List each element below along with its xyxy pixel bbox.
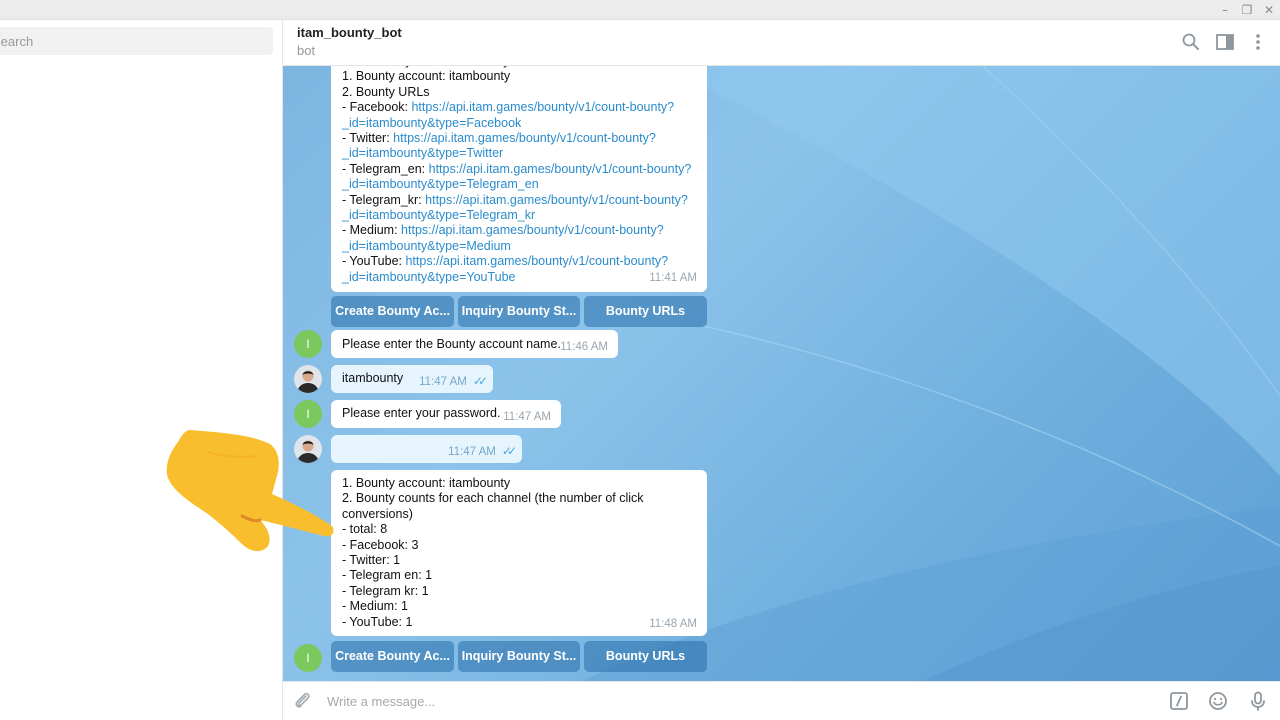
chat-status: bot — [297, 43, 316, 58]
message-line: 1. Bounty account: itambounty — [342, 476, 511, 490]
bot-message-enter-password: Please enter your password. 11:47 AM — [331, 400, 561, 428]
bot-message-urls: Successfully created a Bounty account.1.… — [331, 66, 707, 292]
message-time: 11:47 AM ✓✓ — [419, 373, 488, 388]
attach-icon[interactable] — [291, 690, 313, 712]
message-line-text: - Telegram_en: — [342, 161, 429, 176]
message-line-text: 2. Bounty URLs — [342, 84, 430, 99]
microphone-icon[interactable] — [1247, 690, 1269, 712]
message-line-text: - Medium: — [342, 223, 402, 238]
bounty-urls-button[interactable]: Bounty URLs — [584, 641, 707, 672]
message-line: conversions) — [342, 506, 413, 521]
bounty-url-link[interactable]: https://api.itam.games/bounty/v1/count-b… — [405, 254, 668, 268]
search-input[interactable] — [0, 27, 262, 55]
inquiry-bounty-status-button[interactable]: Inquiry Bounty St... — [458, 296, 580, 327]
message-line: - Telegram_en: https://api.itam.games/bo… — [342, 162, 696, 177]
message-text: Successfully created a Bounty account.1.… — [331, 66, 707, 285]
minimize-icon[interactable]: – — [1216, 1, 1234, 19]
bounty-url-link[interactable]: _id=itambounty&type=Medium — [342, 239, 511, 253]
bounty-url-link[interactable]: https://api.itam.games/bounty/v1/count-b… — [393, 131, 656, 145]
bounty-url-link[interactable]: _id=itambounty&type=Telegram_kr — [342, 208, 535, 222]
message-line: - Twitter: 1 — [342, 553, 401, 568]
chat-title[interactable]: itam_bounty_bot — [297, 25, 402, 40]
message-time: 11:41 AM — [649, 271, 697, 284]
bounty-url-link[interactable]: https://api.itam.games/bounty/v1/count-b… — [411, 100, 674, 114]
message-time: 11:46 AM — [560, 340, 608, 353]
bot-avatar[interactable]: I — [294, 644, 322, 672]
more-vert-icon[interactable] — [1247, 31, 1269, 53]
message-text: itambounty — [342, 371, 404, 385]
message-text: Please enter the Bounty account name. — [342, 337, 561, 351]
message-line: - Telegram en: 1 — [342, 568, 433, 583]
sidebar-toggle-icon[interactable] — [1214, 31, 1236, 53]
message-line: 2. Bounty URLs — [342, 85, 696, 100]
message-text: 1. Bounty account: itambounty 2. Bounty c… — [331, 470, 707, 630]
bounty-url-link[interactable]: _id=itambounty&type=Telegram_en — [342, 177, 539, 191]
read-check-icon: ✓✓ — [501, 443, 517, 458]
message-input[interactable] — [327, 690, 1087, 712]
pointing-hand-icon — [166, 430, 334, 552]
message-line-text: Successfully created a Bounty account. — [342, 66, 560, 68]
close-icon[interactable]: ✕ — [1260, 1, 1278, 19]
user-message-name: itambounty 11:47 AM ✓✓ — [331, 365, 493, 393]
message-line: 1. Bounty account: itambounty — [342, 69, 696, 84]
message-line: - Medium: 1 — [342, 599, 408, 614]
message-line-text: - Telegram_kr: — [342, 192, 426, 207]
message-time: 11:47 AM ✓✓ — [448, 443, 517, 458]
emoji-icon[interactable] — [1207, 690, 1229, 712]
bot-message-counts: 1. Bounty account: itambounty 2. Bounty c… — [331, 470, 707, 636]
bot-avatar[interactable]: I — [294, 330, 322, 358]
message-line-text: - YouTube: — [342, 254, 406, 269]
bounty-url-link[interactable]: https://api.itam.games/bounty/v1/count-b… — [401, 223, 664, 237]
message-line: - total: 8 — [342, 522, 388, 537]
bounty-url-link[interactable]: _id=itambounty&type=Facebook — [342, 116, 521, 130]
bot-message-enter-name: Please enter the Bounty account name. 11… — [331, 330, 618, 358]
read-check-icon: ✓✓ — [472, 373, 488, 388]
bounty-url-link[interactable]: https://api.itam.games/bounty/v1/count-b… — [425, 193, 688, 207]
message-line: _id=itambounty&type=Medium — [342, 239, 696, 254]
message-line: - Facebook: https://api.itam.games/bount… — [342, 100, 696, 115]
message-line: _id=itambounty&type=YouTube — [342, 270, 696, 285]
message-line-text: - Facebook: — [342, 100, 412, 115]
message-line: _id=itambounty&type=Twitter — [342, 146, 696, 161]
message-line: _id=itambounty&type=Facebook — [342, 116, 696, 131]
message-text: Please enter your password. — [342, 406, 501, 420]
bounty-url-link[interactable]: https://api.itam.games/bounty/v1/count-b… — [429, 162, 692, 176]
bot-command-icon[interactable] — [1168, 690, 1190, 712]
restore-icon[interactable]: ❐ — [1238, 1, 1256, 19]
message-composer — [283, 681, 1280, 720]
create-bounty-account-button[interactable]: Create Bounty Ac... — [331, 641, 454, 672]
message-time: 11:47 AM — [503, 410, 551, 423]
message-line: - YouTube: https://api.itam.games/bounty… — [342, 254, 696, 269]
message-line: - Facebook: 3 — [342, 537, 419, 552]
message-line: 2. Bounty counts for each channel (the n… — [342, 491, 644, 506]
create-bounty-account-button[interactable]: Create Bounty Ac... — [331, 296, 454, 327]
search-box — [0, 27, 273, 55]
chat-header: itam_bounty_bot bot — [283, 20, 1280, 66]
search-icon[interactable] — [1180, 31, 1202, 53]
bounty-url-link[interactable]: _id=itambounty&type=YouTube — [342, 270, 516, 284]
chat-area: Successfully created a Bounty account.1.… — [283, 66, 1280, 681]
user-avatar[interactable] — [294, 365, 322, 393]
inquiry-bounty-status-button[interactable]: Inquiry Bounty St... — [458, 641, 580, 672]
bounty-url-link[interactable]: _id=itambounty&type=Twitter — [342, 146, 503, 160]
message-time: 11:48 AM — [649, 617, 697, 630]
user-message-password: 11:47 AM ✓✓ — [331, 435, 522, 463]
sidebar — [0, 20, 283, 720]
message-line: _id=itambounty&type=Telegram_en — [342, 177, 696, 192]
title-bar: – ❐ ✕ — [0, 0, 1280, 20]
telegram-window: – ❐ ✕ itam_bounty_bot bot — [0, 0, 1280, 720]
message-line-text: - Twitter: — [342, 131, 394, 146]
message-line: _id=itambounty&type=Telegram_kr — [342, 208, 696, 223]
message-line: - Telegram kr: 1 — [342, 583, 429, 598]
message-line: - Twitter: https://api.itam.games/bounty… — [342, 131, 696, 146]
message-line: - YouTube: 1 — [342, 614, 413, 629]
message-line: - Telegram_kr: https://api.itam.games/bo… — [342, 193, 696, 208]
message-line: - Medium: https://api.itam.games/bounty/… — [342, 223, 696, 238]
bounty-urls-button[interactable]: Bounty URLs — [584, 296, 707, 327]
message-line-text: 1. Bounty account: itambounty — [342, 69, 511, 84]
